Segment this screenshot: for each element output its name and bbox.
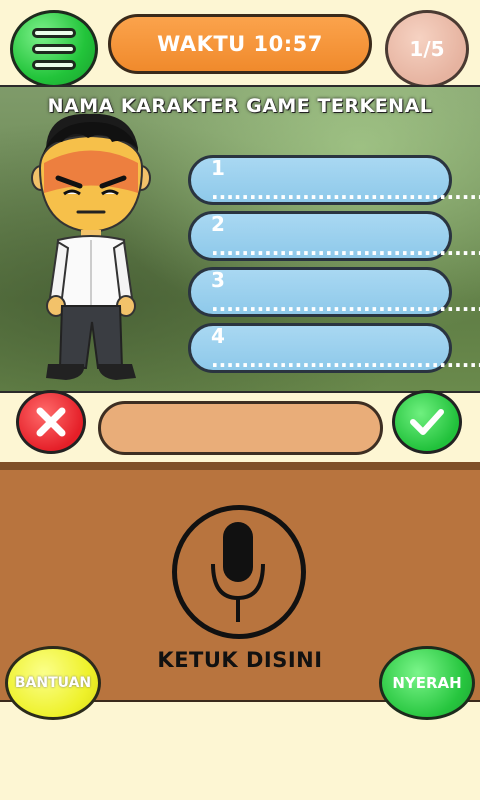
menu-button[interactable] <box>10 10 98 88</box>
microphone-button[interactable] <box>172 505 306 639</box>
close-icon <box>36 407 66 437</box>
answer-slot-1: 1 .................................... <box>188 155 480 205</box>
answer-slot-3: 3 .................................... <box>188 267 480 317</box>
submit-answer-button[interactable] <box>392 390 462 454</box>
category-title: NAMA KARAKTER GAME TERKENAL <box>47 95 433 117</box>
answer-slot-2: 2 .................................... <box>188 211 480 261</box>
menu-icon-bar <box>32 44 76 54</box>
menu-icon-bar <box>32 60 76 70</box>
menu-icon-bar <box>32 28 76 38</box>
check-icon <box>410 409 444 435</box>
answer-slot-4: 4 .................................... <box>188 323 480 373</box>
character-illustration <box>31 113 151 380</box>
microphone-icon <box>211 522 265 622</box>
help-button[interactable]: BANTUAN <box>5 646 101 720</box>
clear-answer-button[interactable] <box>16 390 86 454</box>
give-up-button[interactable]: NYERAH <box>379 646 475 720</box>
timer-display: WAKTU 10:57 <box>108 14 372 74</box>
question-progress: 1/5 <box>385 10 469 88</box>
answer-input[interactable] <box>98 401 383 455</box>
